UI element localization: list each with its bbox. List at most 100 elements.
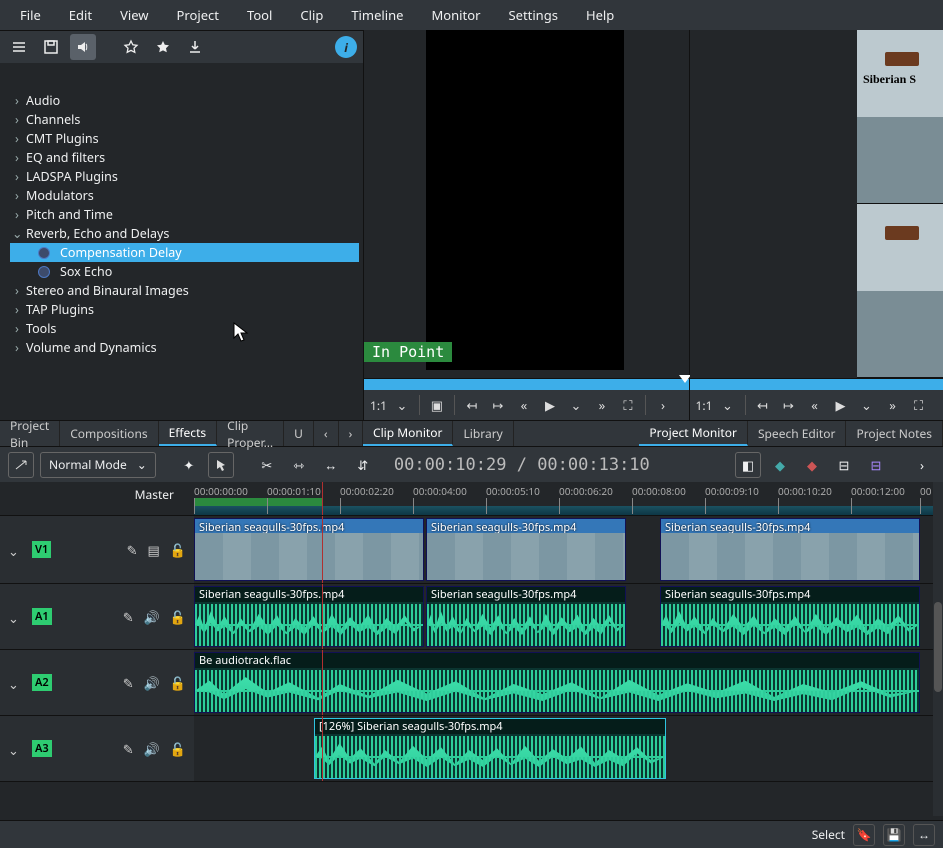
fullscreen-icon[interactable]: ▣ bbox=[426, 394, 448, 416]
clip-video[interactable]: Siberian seagulls-30fps.mp4 bbox=[426, 518, 626, 581]
tab-project-bin[interactable]: Project Bin bbox=[0, 421, 60, 446]
tree-item-tools[interactable]: ›Tools bbox=[10, 319, 359, 338]
lock-icon[interactable]: 🔓 bbox=[170, 541, 186, 559]
timecode-display[interactable]: 00:00:10:29 / 00:00:13:10 bbox=[382, 455, 662, 475]
audio-icon[interactable] bbox=[70, 34, 96, 60]
menu-file[interactable]: File bbox=[8, 2, 53, 28]
rewind-icon[interactable]: « bbox=[804, 394, 826, 416]
tree-leaf-compdelay[interactable]: Compensation Delay bbox=[10, 243, 359, 262]
pointer-tool-icon[interactable] bbox=[208, 452, 234, 478]
menu-clip[interactable]: Clip bbox=[288, 2, 335, 28]
tab-library[interactable]: Library bbox=[453, 421, 513, 446]
mark-in-icon[interactable]: ↤ bbox=[752, 394, 774, 416]
clip-audio[interactable]: Siberian seagulls-30fps.mp4 bbox=[426, 586, 626, 647]
timeline-scrollbar[interactable] bbox=[933, 482, 943, 816]
clip-audio[interactable]: Siberian seagulls-30fps.mp4 bbox=[660, 586, 920, 647]
tree-leaf-soxecho[interactable]: Sox Echo bbox=[10, 262, 359, 281]
mark-out-icon[interactable]: ↦ bbox=[778, 394, 800, 416]
effects-tree[interactable]: ›Audio ›Channels ›CMT Plugins ›EQ and fi… bbox=[0, 63, 363, 361]
clip-audio[interactable]: Be audiotrack.flac bbox=[194, 652, 920, 713]
favorite-effect-icon[interactable]: ◧ bbox=[735, 452, 761, 478]
chevron-down-icon[interactable]: ⌄ bbox=[565, 394, 587, 416]
track-name[interactable]: A3 bbox=[32, 740, 52, 757]
marker-blue-icon[interactable]: ◆ bbox=[767, 452, 793, 478]
info-icon[interactable]: i bbox=[335, 36, 357, 58]
collapse-icon[interactable]: ⌄ bbox=[8, 542, 24, 558]
chevron-down-icon[interactable]: ⌄ bbox=[391, 394, 413, 416]
collapse-icon[interactable]: ⌄ bbox=[8, 675, 24, 691]
tree-item-channels[interactable]: ›Channels bbox=[10, 110, 359, 129]
clip-monitor-ruler[interactable] bbox=[364, 378, 689, 390]
lock-icon[interactable]: 🔓 bbox=[170, 674, 186, 692]
main-effects-icon[interactable] bbox=[6, 34, 32, 60]
track-name[interactable]: V1 bbox=[32, 541, 51, 558]
more-icon[interactable]: › bbox=[652, 394, 674, 416]
overflow-icon[interactable]: › bbox=[909, 452, 935, 478]
clip-video[interactable]: Siberian seagulls-30fps.mp4 bbox=[660, 518, 920, 581]
crop-icon[interactable]: ⛶ bbox=[908, 394, 930, 416]
tree-item-ladspa[interactable]: ›LADSPA Plugins bbox=[10, 167, 359, 186]
mute-icon[interactable]: 🔊 bbox=[144, 608, 160, 626]
mark-in-icon[interactable]: ↤ bbox=[461, 394, 483, 416]
marker-red-icon[interactable]: ◆ bbox=[799, 452, 825, 478]
effect-icon[interactable]: ✎ bbox=[123, 674, 134, 692]
download-icon[interactable] bbox=[182, 34, 208, 60]
tab-scroll-right-icon[interactable]: › bbox=[339, 421, 364, 446]
menu-tool[interactable]: Tool bbox=[235, 2, 284, 28]
tab-overflow[interactable]: U bbox=[284, 421, 314, 446]
crop-icon[interactable]: ⛶ bbox=[617, 394, 639, 416]
track-body[interactable]: [126%] Siberian seagulls-30fps.mp4 bbox=[194, 716, 943, 781]
menu-view[interactable]: View bbox=[108, 2, 160, 28]
tab-clip-properties[interactable]: Clip Proper… bbox=[217, 421, 284, 446]
save-icon[interactable] bbox=[38, 34, 64, 60]
tab-scroll-left-icon[interactable]: ‹ bbox=[314, 421, 339, 446]
expand-icon[interactable]: ↔ bbox=[913, 824, 935, 846]
track-body[interactable]: Siberian seagulls-30fps.mp4 Fade in/Tran… bbox=[194, 516, 943, 583]
collapse-icon[interactable]: ⌄ bbox=[8, 609, 24, 625]
collapse-icon[interactable]: ⌄ bbox=[8, 741, 24, 757]
track-name[interactable]: A1 bbox=[32, 608, 52, 625]
clip-audio[interactable]: [126%] Siberian seagulls-30fps.mp4 bbox=[314, 718, 666, 779]
track-body[interactable]: Be audiotrack.flac bbox=[194, 650, 943, 715]
playhead[interactable] bbox=[322, 482, 323, 515]
save-icon[interactable]: 💾 bbox=[883, 824, 905, 846]
chevron-down-icon[interactable]: ⌄ bbox=[856, 394, 878, 416]
menu-timeline[interactable]: Timeline bbox=[339, 2, 415, 28]
mute-icon[interactable]: 🔊 bbox=[144, 674, 160, 692]
tree-item-tap[interactable]: ›TAP Plugins bbox=[10, 300, 359, 319]
menu-help[interactable]: Help bbox=[574, 2, 626, 28]
tab-project-monitor[interactable]: Project Monitor bbox=[639, 421, 748, 446]
magic-wand-icon[interactable]: ✦ bbox=[176, 452, 202, 478]
spacer-icon[interactable]: ⇿ bbox=[286, 452, 312, 478]
track-name[interactable]: A2 bbox=[32, 674, 52, 691]
guide-icon[interactable]: ⊟ bbox=[831, 452, 857, 478]
zoom-label[interactable]: 1:1 bbox=[370, 397, 387, 414]
fast-forward-icon[interactable]: » bbox=[591, 394, 613, 416]
mark-out-icon[interactable]: ↦ bbox=[487, 394, 509, 416]
effect-icon[interactable]: ✎ bbox=[123, 608, 134, 626]
tab-compositions[interactable]: Compositions bbox=[60, 421, 158, 446]
clip-audio[interactable]: Siberian seagulls-30fps.mp4 bbox=[194, 586, 424, 647]
tree-item-volume[interactable]: ›Volume and Dynamics bbox=[10, 338, 359, 357]
play-icon[interactable]: ▶ bbox=[539, 394, 561, 416]
tree-item-eq[interactable]: ›EQ and filters bbox=[10, 148, 359, 167]
effect-icon[interactable]: ✎ bbox=[127, 541, 138, 559]
tab-speech-editor[interactable]: Speech Editor bbox=[748, 421, 847, 446]
star-outline-icon[interactable] bbox=[118, 34, 144, 60]
track-compositing-icon[interactable] bbox=[8, 452, 34, 478]
fast-forward-icon[interactable]: » bbox=[882, 394, 904, 416]
tags-icon[interactable]: ⊟ bbox=[863, 452, 889, 478]
play-icon[interactable]: ▶ bbox=[830, 394, 852, 416]
color-tag-icon[interactable]: 🔖 bbox=[853, 824, 875, 846]
project-monitor-ruler[interactable] bbox=[690, 378, 943, 390]
edit-mode-dropdown[interactable]: Normal Mode ⌄ bbox=[40, 452, 156, 478]
menu-settings[interactable]: Settings bbox=[496, 2, 569, 28]
star-fill-icon[interactable] bbox=[150, 34, 176, 60]
tree-item-reverb[interactable]: ⌄Reverb, Echo and Delays bbox=[10, 224, 359, 243]
tree-item-stereo[interactable]: ›Stereo and Binaural Images bbox=[10, 281, 359, 300]
track-body[interactable]: Siberian seagulls-30fps.mp4 Siberian sea… bbox=[194, 584, 943, 649]
clip-monitor-view[interactable] bbox=[426, 30, 624, 370]
zoom-label[interactable]: 1:1 bbox=[696, 397, 713, 414]
tab-clip-monitor[interactable]: Clip Monitor bbox=[363, 421, 453, 446]
film-icon[interactable]: ▤ bbox=[148, 541, 160, 559]
